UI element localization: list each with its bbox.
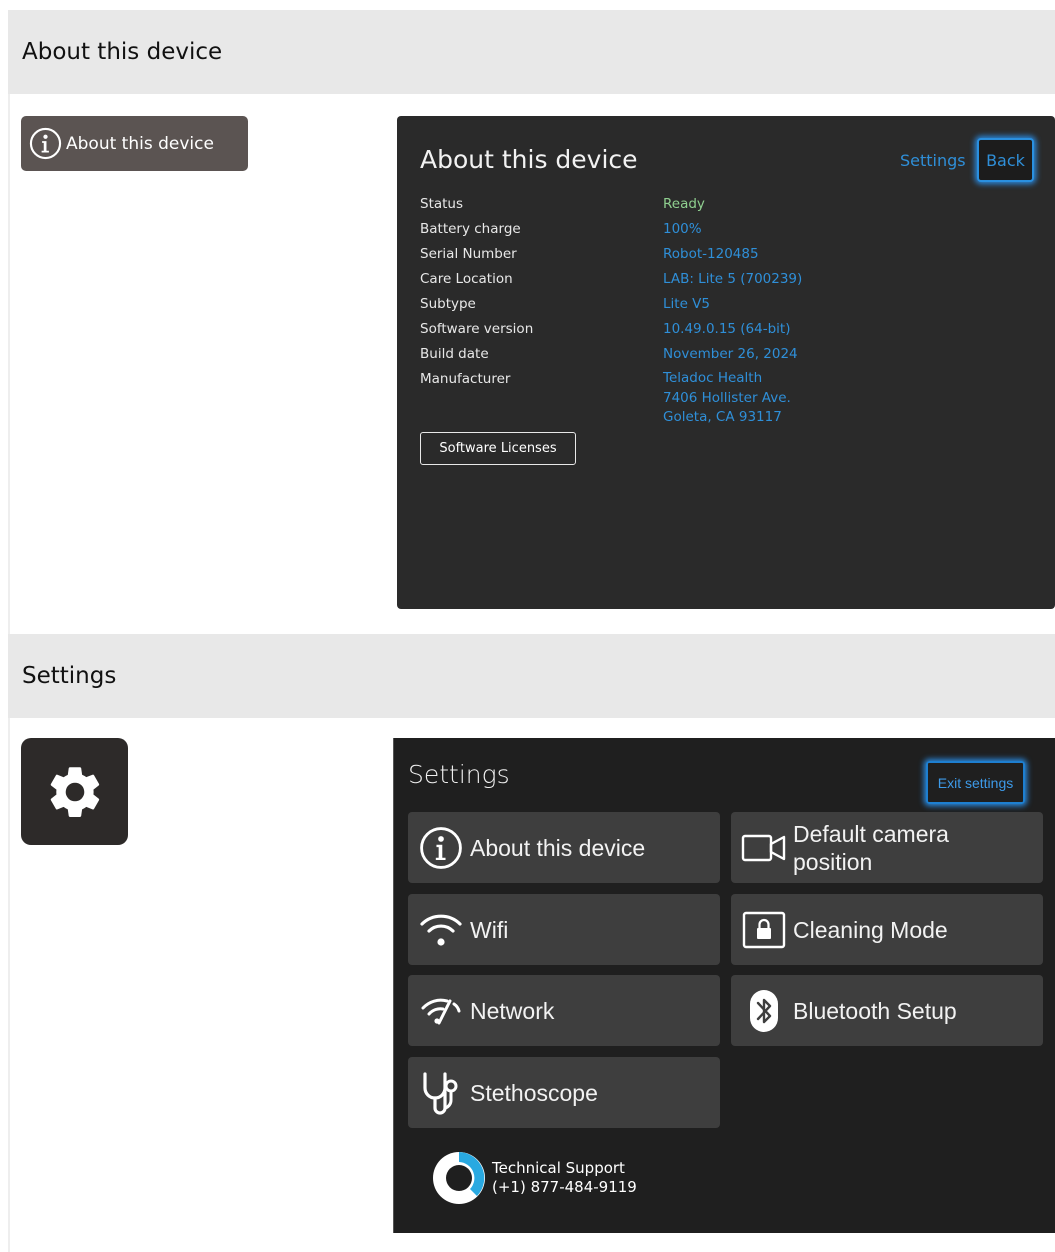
info-row-manufacturer: Manufacturer Teladoc Health 7406 Hollist… xyxy=(420,369,1040,429)
back-button[interactable]: Back xyxy=(977,138,1034,182)
info-value: 10.49.0.15 (64-bit) xyxy=(663,321,791,337)
info-key: Battery charge xyxy=(420,221,521,237)
settings-panel: Settings Exit settings About this device… xyxy=(393,738,1055,1233)
info-key: Manufacturer xyxy=(420,371,511,387)
section-title-about: About this device xyxy=(22,39,223,65)
tile-default-camera-position[interactable]: Default camera position xyxy=(731,812,1043,883)
tile-label: Wifi xyxy=(470,916,509,943)
info-key: Subtype xyxy=(420,296,476,312)
section-title-settings: Settings xyxy=(22,663,117,689)
section-header-about: About this device xyxy=(8,10,1055,94)
info-value: Robot-120485 xyxy=(663,246,759,262)
gear-icon xyxy=(50,766,99,817)
info-value: LAB: Lite 5 (700239) xyxy=(663,271,803,287)
manufacturer-line: Goleta, CA 93117 xyxy=(663,409,782,425)
info-row-software-version: Software version 10.49.0.15 (64-bit) xyxy=(420,319,1040,344)
tile-label: Stethoscope xyxy=(470,1079,598,1106)
manufacturer-line: 7406 Hollister Ave. xyxy=(663,389,791,406)
bluetooth-icon xyxy=(741,988,787,1034)
tile-label: Default camera position xyxy=(793,820,949,875)
tile-cleaning-mode[interactable]: Cleaning Mode xyxy=(731,894,1043,965)
tile-wifi[interactable]: Wifi xyxy=(408,894,720,965)
info-key: Serial Number xyxy=(420,246,517,262)
info-icon xyxy=(29,127,62,160)
info-value: Lite V5 xyxy=(663,296,710,312)
tile-label: Cleaning Mode xyxy=(793,916,948,943)
tile-bluetooth-setup[interactable]: Bluetooth Setup xyxy=(731,975,1043,1046)
wifi-icon xyxy=(418,907,464,953)
about-pill-label: About this device xyxy=(66,133,214,154)
info-key: Care Location xyxy=(420,271,513,287)
tile-stethoscope[interactable]: Stethoscope xyxy=(408,1057,720,1128)
tile-label: About this device xyxy=(470,834,646,861)
device-info-list: Status Ready Battery charge 100% Serial … xyxy=(420,194,1040,429)
info-key: Status xyxy=(420,196,464,212)
settings-link[interactable]: Settings xyxy=(900,151,966,170)
info-icon xyxy=(418,825,464,871)
info-row-care-location: Care Location LAB: Lite 5 (700239) xyxy=(420,269,1040,294)
info-value: Ready xyxy=(663,196,705,212)
support-phone[interactable]: (+1) 877-484-9119 xyxy=(492,1178,637,1197)
video-camera-icon xyxy=(741,825,787,871)
info-value: 100% xyxy=(663,221,702,237)
info-row-serial: Serial Number Robot-120485 xyxy=(420,244,1040,269)
technical-support: Technical Support (+1) 877-484-9119 xyxy=(432,1151,637,1205)
about-device-panel: About this device Settings Back Status R… xyxy=(397,116,1055,609)
network-icon xyxy=(418,988,464,1034)
support-label: Technical Support xyxy=(492,1159,625,1177)
tile-network[interactable]: Network xyxy=(408,975,720,1046)
exit-settings-button[interactable]: Exit settings xyxy=(926,761,1025,804)
info-row-battery: Battery charge 100% xyxy=(420,219,1040,244)
info-key: Build date xyxy=(420,346,489,362)
manufacturer-address: Teladoc Health 7406 Hollister Ave. Golet… xyxy=(663,369,791,429)
support-logo-icon xyxy=(433,1152,485,1204)
settings-gear-tile[interactable] xyxy=(21,738,128,845)
section-header-settings: Settings xyxy=(8,634,1055,718)
info-row-build-date: Build date November 26, 2024 xyxy=(420,344,1040,369)
info-row-status: Status Ready xyxy=(420,194,1040,219)
info-row-subtype: Subtype Lite V5 xyxy=(420,294,1040,319)
settings-panel-title: Settings xyxy=(408,760,510,789)
info-key: Software version xyxy=(420,321,534,337)
lock-icon xyxy=(741,907,787,953)
tile-about-device[interactable]: About this device xyxy=(408,812,720,883)
manufacturer-line: Teladoc Health xyxy=(663,370,763,386)
stethoscope-icon xyxy=(418,1070,464,1116)
about-panel-title: About this device xyxy=(420,145,638,174)
info-value: November 26, 2024 xyxy=(663,346,798,362)
about-device-pill[interactable]: About this device xyxy=(21,116,248,171)
tile-label: Bluetooth Setup xyxy=(793,997,957,1024)
tile-label: Network xyxy=(470,997,555,1024)
software-licenses-button[interactable]: Software Licenses xyxy=(420,432,576,465)
